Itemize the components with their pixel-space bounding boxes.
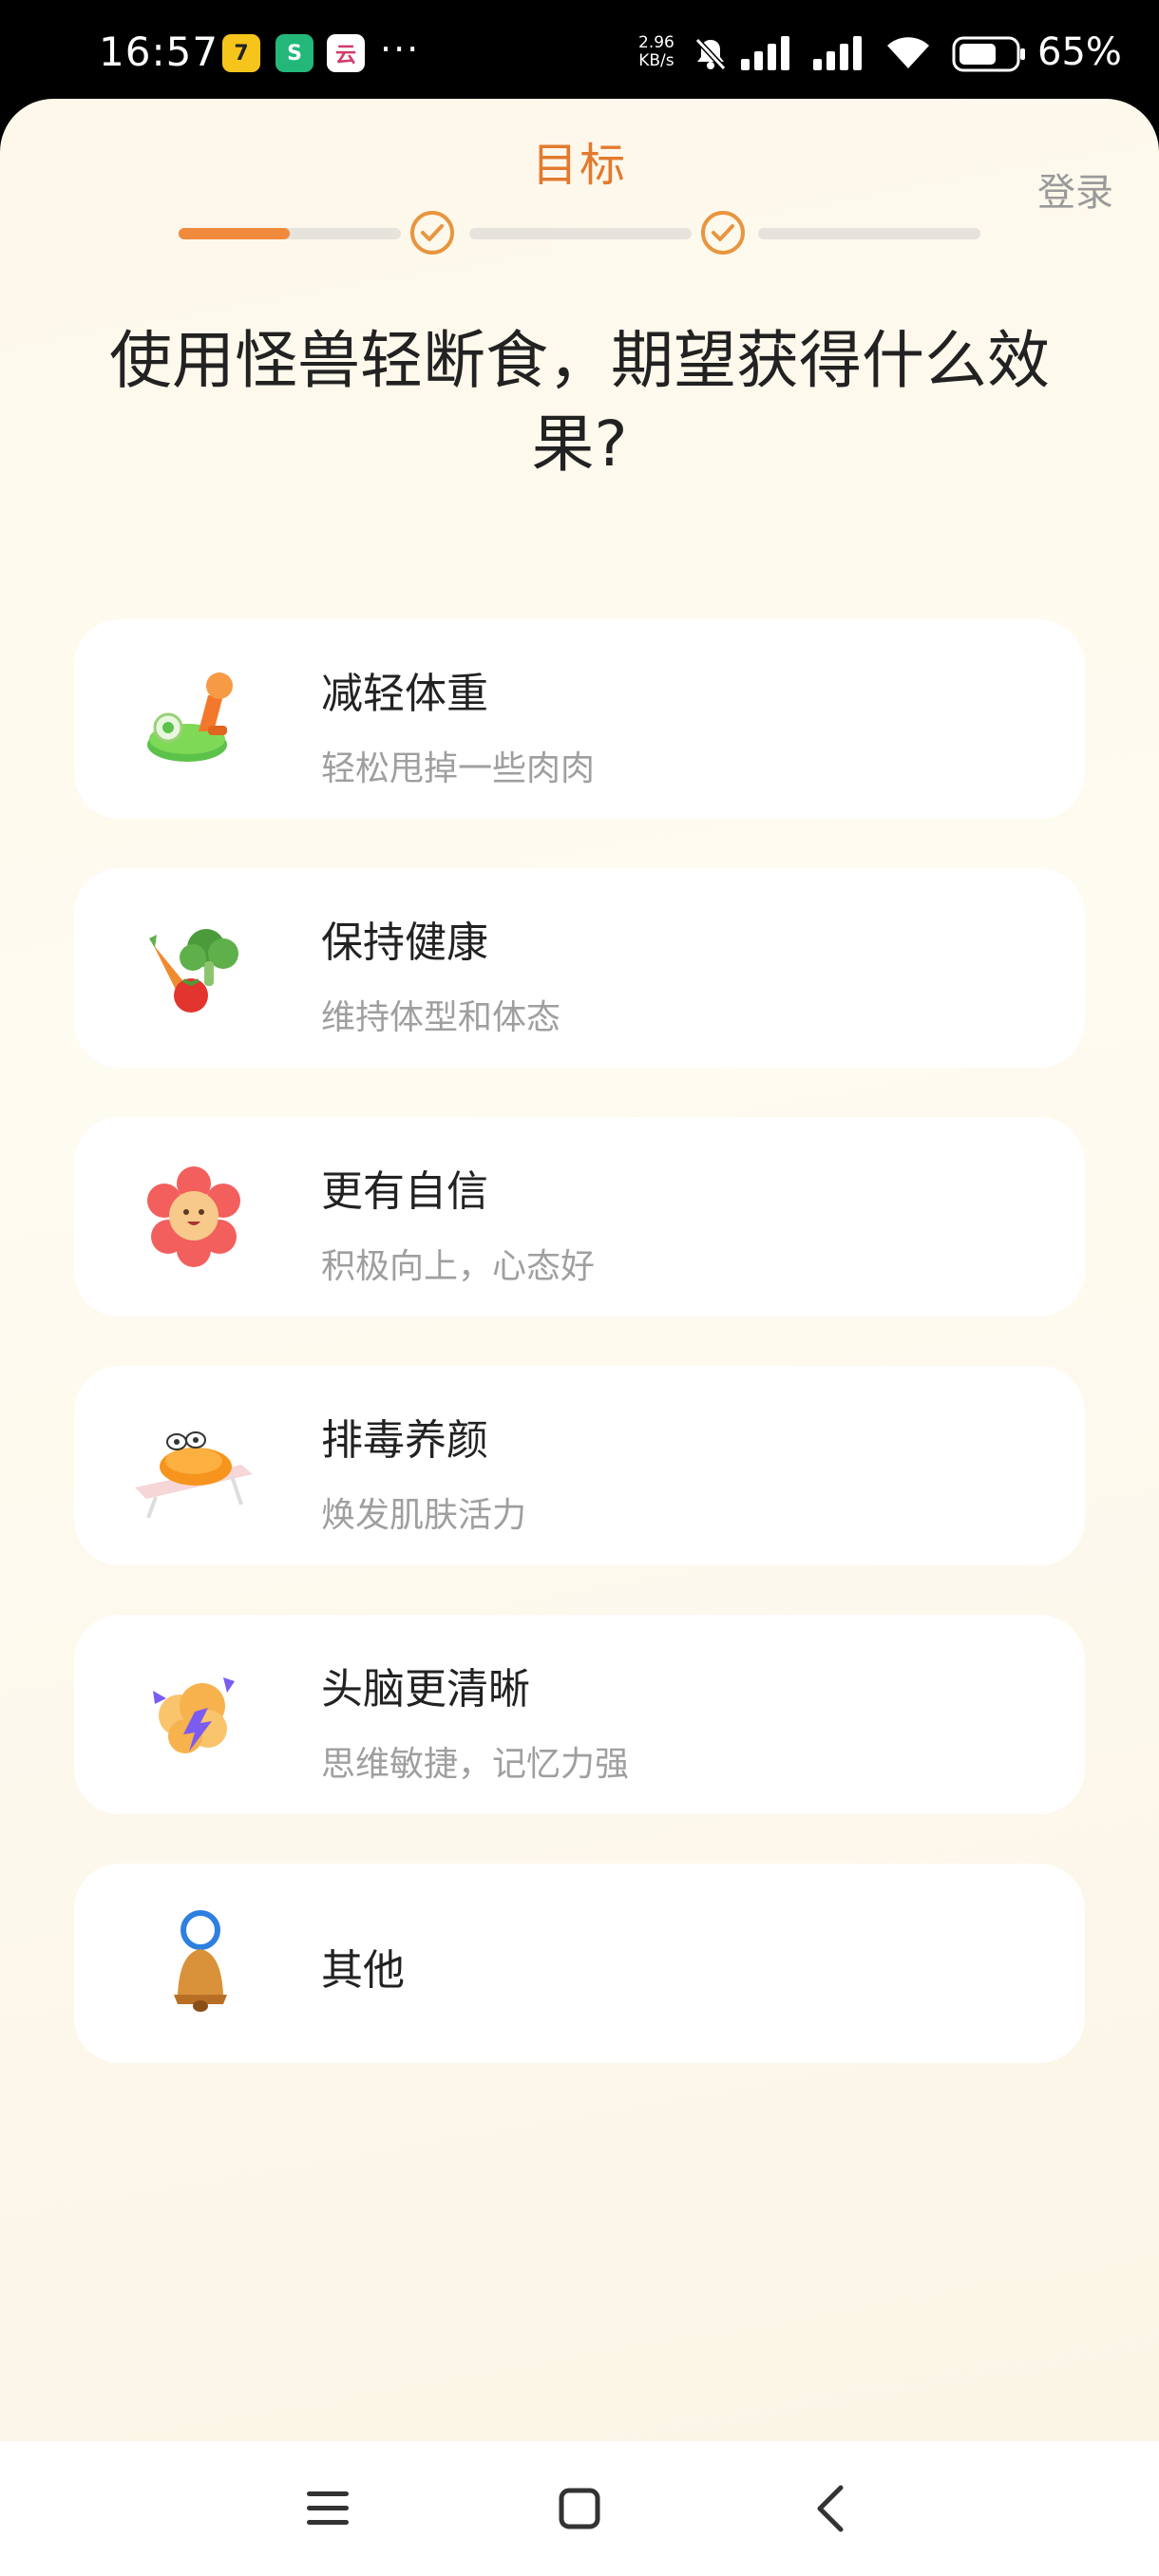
progress-fill: [179, 228, 290, 239]
back-nav-button[interactable]: [798, 2475, 864, 2542]
brain-icon: [127, 1648, 260, 1781]
signal-icon: [741, 36, 789, 70]
option-subtitle: 维持体型和体态: [321, 998, 561, 1037]
option-confidence[interactable]: 更有自信 积极向上，心态好: [74, 1117, 1085, 1316]
option-title: 排毒养颜: [321, 1416, 488, 1465]
option-other[interactable]: 其他: [74, 1864, 1085, 2063]
network-speed: 2.96 KB/s: [638, 34, 674, 70]
menu-icon: [307, 2491, 349, 2525]
more-notifications-icon: ···: [380, 28, 421, 70]
goal-options-list: 减轻体重 轻松甩掉一些肉肉 保持健康 维持体型和体态 更有自信 积极向上，心态好…: [74, 619, 1085, 2112]
signal-icon-2: [813, 36, 862, 70]
option-detox-beauty[interactable]: 排毒养颜 焕发肌肤活力: [74, 1366, 1085, 1565]
mute-bell-icon: [694, 37, 727, 71]
option-title: 其他: [321, 1946, 405, 1995]
home-nav-button[interactable]: [546, 2475, 613, 2542]
option-lose-weight[interactable]: 减轻体重 轻松甩掉一些肉肉: [74, 619, 1085, 819]
question-title: 使用怪兽轻断食，期望获得什么效果?: [109, 324, 1050, 481]
notification-app-icon: 云: [327, 34, 365, 72]
option-stay-healthy[interactable]: 保持健康 维持体型和体态: [74, 868, 1085, 1068]
status-time: 16:57: [99, 28, 219, 75]
option-subtitle: 轻松甩掉一些肉肉: [321, 749, 596, 788]
login-link[interactable]: 登录: [1037, 161, 1113, 217]
system-nav-bar: [0, 2441, 1159, 2576]
option-clear-mind[interactable]: 头脑更清晰 思维敏捷，记忆力强: [74, 1615, 1085, 1814]
battery-icon: [952, 36, 1025, 72]
option-title: 保持健康: [321, 919, 488, 967]
home-square-icon: [559, 2488, 600, 2529]
progress-segment-2: [469, 228, 692, 239]
battery-percent: 65%: [1037, 30, 1122, 74]
step-title: 目标: [531, 139, 627, 192]
notification-app-icon: 7: [222, 34, 260, 72]
sunbathing-icon: [127, 1399, 260, 1532]
check-circle-icon: [701, 211, 745, 255]
flower-icon: [127, 1150, 260, 1283]
option-title: 减轻体重: [321, 670, 488, 718]
menu-nav-button[interactable]: [294, 2475, 361, 2542]
check-circle-icon: [410, 211, 454, 255]
network-speed-value: 2.96: [638, 33, 674, 52]
progress-segment-3: [758, 228, 980, 239]
option-subtitle: 焕发肌肤活力: [321, 1496, 527, 1535]
option-subtitle: 思维敏捷，记忆力强: [321, 1745, 630, 1784]
wifi-icon: [887, 37, 929, 68]
scale-icon: [127, 653, 260, 786]
progress-indicator: [179, 205, 980, 262]
status-bar: 16:57 7 S 云 ··· 2.96 KB/s 65%: [0, 0, 1159, 106]
progress-segment-1: [179, 228, 401, 239]
vegetables-icon: [127, 901, 260, 1034]
back-chevron-icon: [817, 2485, 844, 2532]
notification-app-icon: S: [276, 34, 314, 72]
option-subtitle: 积极向上，心态好: [321, 1247, 596, 1286]
option-title: 更有自信: [321, 1167, 488, 1216]
bell-icon: [127, 1897, 260, 2030]
option-title: 头脑更清晰: [321, 1665, 530, 1714]
network-speed-unit: KB/s: [638, 51, 674, 70]
